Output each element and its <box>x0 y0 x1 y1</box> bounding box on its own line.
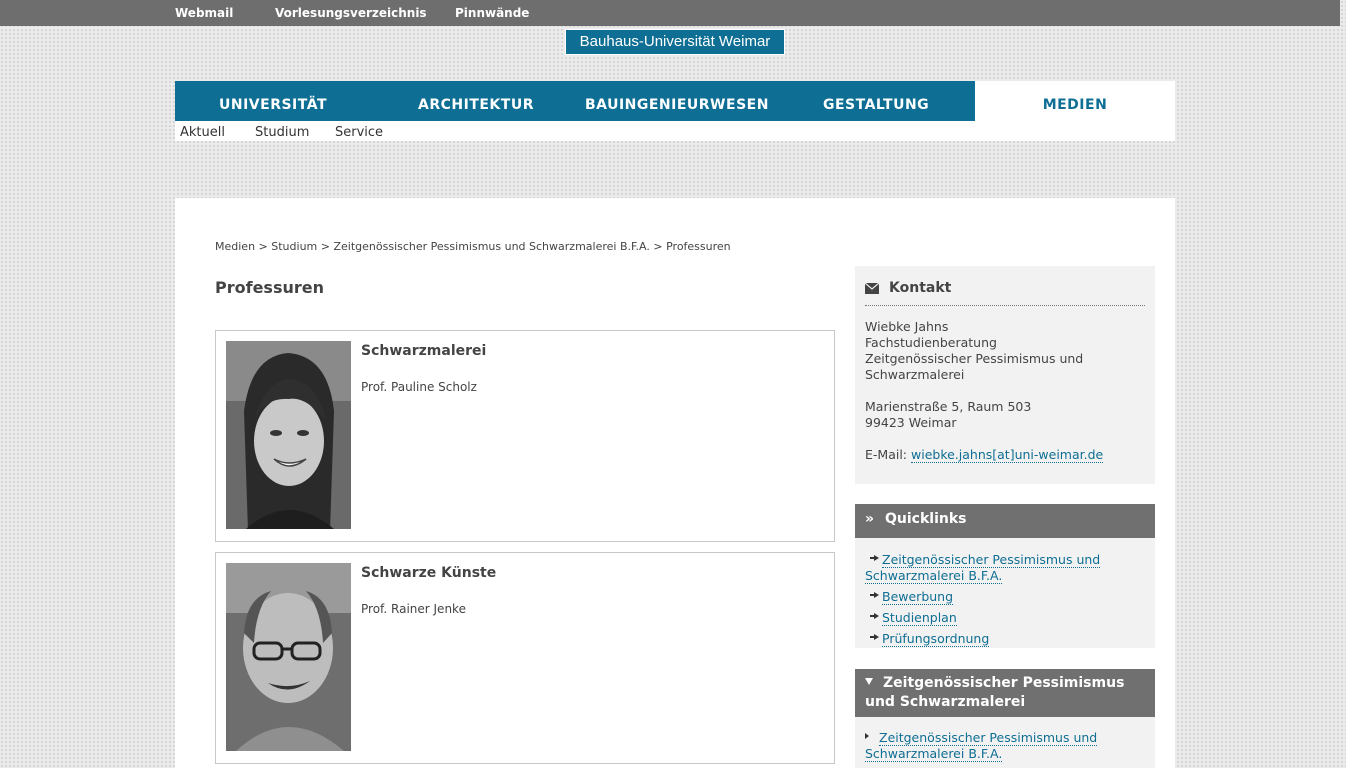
subnav-studium[interactable]: Studium <box>255 125 309 140</box>
breadcrumb-studium[interactable]: Studium <box>271 240 317 253</box>
program-heading-line1: Zeitgenössischer Pessimismus <box>883 675 1125 691</box>
nav-item-medien[interactable]: MEDIEN <box>975 81 1175 141</box>
email-label: E-Mail: <box>865 447 908 462</box>
subnav-service[interactable]: Service <box>335 125 383 140</box>
triangle-right-icon <box>865 733 869 739</box>
professor-name: Prof. Pauline Scholz <box>361 380 477 394</box>
arrow-right-icon <box>870 592 879 598</box>
breadcrumb: Medien > Studium > Zeitgenössischer Pess… <box>215 240 731 253</box>
arrow-right-icon <box>870 634 879 640</box>
contact-city: 99423 Weimar <box>865 415 957 430</box>
professorship-title[interactable]: Schwarzmalerei <box>361 343 486 359</box>
quicklinks-header: » Quicklinks <box>855 504 1155 538</box>
program-list-item[interactable]: Zeitgenössischer Pessimismus und Schwarz… <box>865 730 1098 762</box>
arrow-right-icon <box>870 613 879 619</box>
breadcrumb-separator: > <box>258 240 268 253</box>
webmail-link[interactable]: Webmail <box>175 6 233 20</box>
quicklink-studienplan[interactable]: Studienplan <box>882 610 957 626</box>
triangle-down-icon <box>865 678 873 685</box>
quicklinks-list: Zeitgenössischer Pessimismus und Schwarz… <box>855 538 1155 648</box>
program-link[interactable]: Zeitgenössischer Pessimismus und <box>879 730 1098 746</box>
quicklink-bewerbung[interactable]: Bewerbung <box>882 589 954 605</box>
nav-item-architektur[interactable]: ARCHITEKTUR <box>418 81 534 121</box>
breadcrumb-program[interactable]: Zeitgenössischer Pessimismus und Schwarz… <box>333 240 649 253</box>
vorlesungsverzeichnis-link[interactable]: Vorlesungsverzeichnis <box>275 6 427 20</box>
professor-card[interactable]: Schwarze Künste Prof. Rainer Jenke <box>215 552 835 764</box>
program-list: Zeitgenössischer Pessimismus und Schwarz… <box>855 717 1155 768</box>
university-logo[interactable]: Bauhaus-Universität Weimar <box>565 29 785 55</box>
content-area: Medien > Studium > Zeitgenössischer Pess… <box>175 198 1175 768</box>
professor-card[interactable]: Schwarzmalerei Prof. Pauline Scholz <box>215 330 835 542</box>
quicklinks-heading: Quicklinks <box>885 511 967 527</box>
envelope-icon <box>865 283 879 294</box>
top-bar: Webmail Vorlesungsverzeichnis Pinnwände <box>0 0 1340 26</box>
breadcrumb-separator: > <box>653 240 663 253</box>
nav-item-bauingenieurwesen[interactable]: BAUINGENIEURWESEN <box>585 81 769 121</box>
quicklink-item[interactable]: Zeitgenössischer Pessimismus und Schwarz… <box>865 552 1101 584</box>
subnav-aktuell[interactable]: Aktuell <box>180 125 225 140</box>
arrow-right-icon <box>870 555 879 561</box>
program-heading-line2: und Schwarzmalerei <box>865 694 1026 710</box>
pinnwaende-link[interactable]: Pinnwände <box>455 6 529 20</box>
nav-item-universitaet[interactable]: UNIVERSITÄT <box>219 81 327 121</box>
sub-nav: Aktuell Studium Service <box>175 121 975 141</box>
professor-photo <box>226 563 351 751</box>
page-title: Professuren <box>215 278 324 297</box>
quicklink-item[interactable]: Bewerbung <box>865 589 954 605</box>
main-nav: UNIVERSITÄT ARCHITEKTUR BAUINGENIEURWESE… <box>175 81 975 121</box>
contact-email-row: E-Mail: wiebke.jahns[at]uni-weimar.de <box>865 447 1104 463</box>
professorship-title[interactable]: Schwarze Künste <box>361 565 496 581</box>
contact-program-line2: Schwarzmalerei <box>865 367 965 382</box>
contact-role: Fachstudienberatung <box>865 335 997 350</box>
breadcrumb-separator: > <box>320 240 330 253</box>
breadcrumb-current: Professuren <box>666 240 731 253</box>
nav-item-gestaltung[interactable]: GESTALTUNG <box>823 81 929 121</box>
contact-program-line1: Zeitgenössischer Pessimismus und <box>865 351 1084 366</box>
quicklink-item[interactable]: Studienplan <box>865 610 957 626</box>
quicklink-pruefungsordnung[interactable]: Prüfungsordnung <box>882 631 990 647</box>
contact-box: Kontakt Wiebke Jahns Fachstudienberatung… <box>855 266 1155 484</box>
nav-item-medien-label: MEDIEN <box>1042 97 1108 113</box>
program-header[interactable]: Zeitgenössischer Pessimismus und Schwarz… <box>855 669 1155 717</box>
double-chevron-icon: » <box>865 511 875 527</box>
contact-heading: Kontakt <box>865 280 1145 306</box>
contact-street: Marienstraße 5, Raum 503 <box>865 399 1032 414</box>
program-link-cont[interactable]: Schwarzmalerei B.F.A. <box>865 746 1003 762</box>
professor-name: Prof. Rainer Jenke <box>361 602 466 616</box>
quicklink-item[interactable]: Prüfungsordnung <box>865 631 990 647</box>
breadcrumb-medien[interactable]: Medien <box>215 240 255 253</box>
contact-name: Wiebke Jahns <box>865 319 949 334</box>
quicklink-program[interactable]: Zeitgenössischer Pessimismus und <box>882 552 1101 568</box>
quicklink-program-cont[interactable]: Schwarzmalerei B.F.A. <box>865 568 1003 584</box>
contact-heading-label: Kontakt <box>889 280 952 296</box>
email-link[interactable]: wiebke.jahns[at]uni-weimar.de <box>911 447 1104 463</box>
professor-photo <box>226 341 351 529</box>
